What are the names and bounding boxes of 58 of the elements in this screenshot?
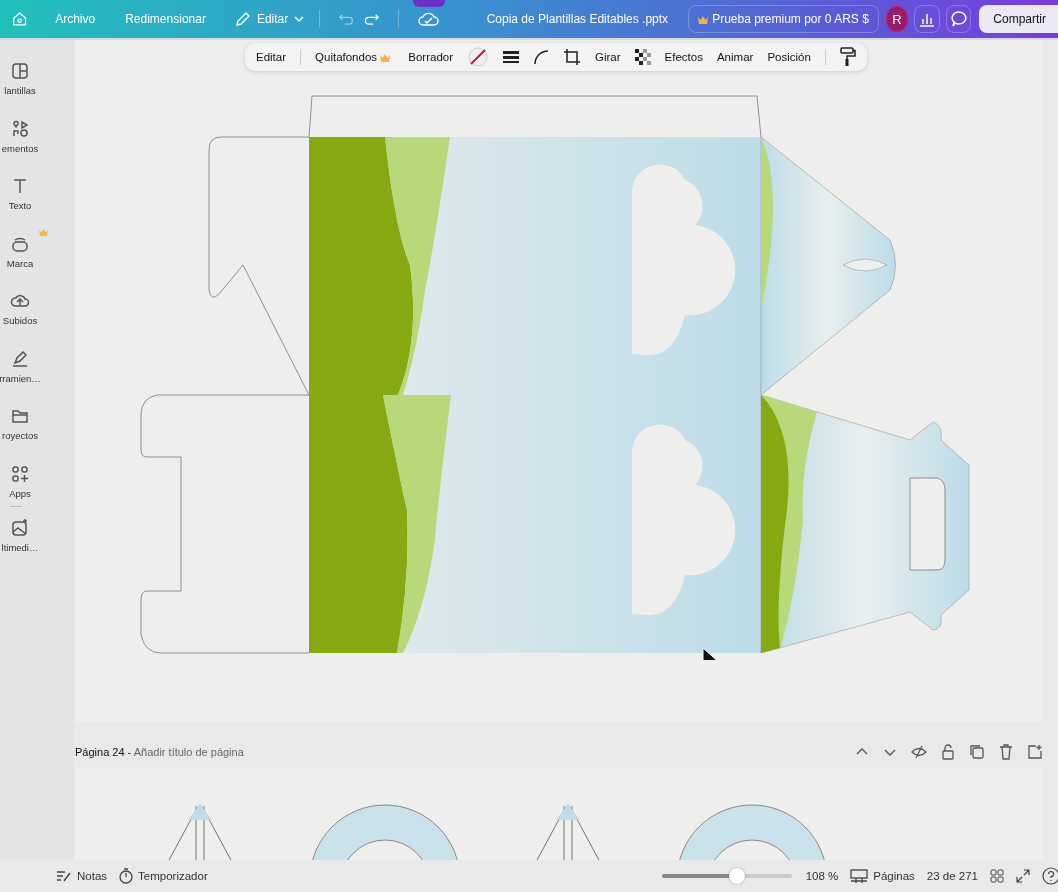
crown-icon xyxy=(698,15,709,24)
toolbar-button[interactable]: Quitafondos xyxy=(315,51,395,63)
grid-view-icon[interactable] xyxy=(990,869,1004,883)
sidebar-item[interactable]: ltimedi… xyxy=(0,507,48,565)
sidebar-item[interactable]: Apps xyxy=(0,452,48,510)
slider-thumb[interactable] xyxy=(729,868,746,884)
premium-trial-button[interactable]: Prueba premium por 0 ARS $ xyxy=(688,5,879,33)
share-button[interactable]: Compartir xyxy=(979,5,1058,33)
document-title[interactable]: Copia de Plantillas Editables .pptx xyxy=(486,12,669,26)
sidebar-item[interactable]: Subidos xyxy=(0,280,48,338)
speech-bubble-icon xyxy=(949,10,968,28)
timer-icon xyxy=(119,868,134,884)
border-style-icon[interactable] xyxy=(503,50,519,64)
pencil-icon xyxy=(233,10,252,28)
toolbar-button[interactable]: Girar xyxy=(595,51,621,63)
page-title[interactable]: Página 24 - Añadir título de página xyxy=(75,746,244,758)
sidebar-item[interactable]: lantillas xyxy=(0,50,48,108)
sidebar-item[interactable]: Marca xyxy=(0,222,48,280)
toolbar-button[interactable]: Editar xyxy=(256,51,287,63)
toolbar-button[interactable]: Posición xyxy=(767,51,811,63)
user-avatar[interactable]: R xyxy=(885,6,909,32)
sidebar-item[interactable]: royectos xyxy=(0,395,48,453)
layout-icon xyxy=(10,61,30,82)
eye-icon[interactable] xyxy=(911,745,927,759)
trash-icon[interactable] xyxy=(999,744,1013,760)
sidebar-item[interactable]: Texto xyxy=(0,165,48,223)
timer-button[interactable]: Temporizador xyxy=(119,868,208,884)
chevron-down-icon xyxy=(293,13,306,25)
cloud-check-icon[interactable] xyxy=(416,11,439,27)
pages-icon xyxy=(850,869,869,883)
apps-icon xyxy=(10,463,30,484)
crown-icon xyxy=(380,53,391,62)
corner-rounding-icon[interactable] xyxy=(533,49,549,65)
no-color-icon[interactable] xyxy=(467,46,489,68)
sidebar-item[interactable]: ementos xyxy=(0,107,48,165)
notes-icon xyxy=(56,869,72,883)
notes-button[interactable]: Notas xyxy=(56,869,108,883)
transparency-icon[interactable] xyxy=(634,49,651,65)
help-icon[interactable] xyxy=(1042,867,1058,885)
analytics-button[interactable] xyxy=(914,5,940,33)
toolbar-button[interactable]: Animar xyxy=(716,51,754,63)
shapes-icon xyxy=(10,118,30,139)
crop-icon[interactable] xyxy=(563,48,581,66)
add-page-icon[interactable] xyxy=(1027,744,1043,760)
pages-button[interactable]: Páginas xyxy=(850,869,915,883)
image-sparkle-icon xyxy=(10,518,30,539)
unlocked-icon[interactable] xyxy=(941,744,955,760)
fullscreen-icon[interactable] xyxy=(1016,869,1030,883)
toolbar-button[interactable]: Borrador xyxy=(408,51,453,63)
toolbar-button[interactable]: Efectos xyxy=(664,51,703,63)
pen-icon xyxy=(10,348,30,369)
comment-button[interactable] xyxy=(945,5,972,33)
paint-roller-icon[interactable] xyxy=(839,47,856,67)
status-badge xyxy=(412,0,445,7)
duplicate-icon[interactable] xyxy=(969,744,985,760)
sidebar-item[interactable]: rramien… xyxy=(0,337,48,395)
page-counter: 23 de 271 xyxy=(926,870,978,882)
zoom-percentage[interactable]: 108 % xyxy=(805,870,839,882)
